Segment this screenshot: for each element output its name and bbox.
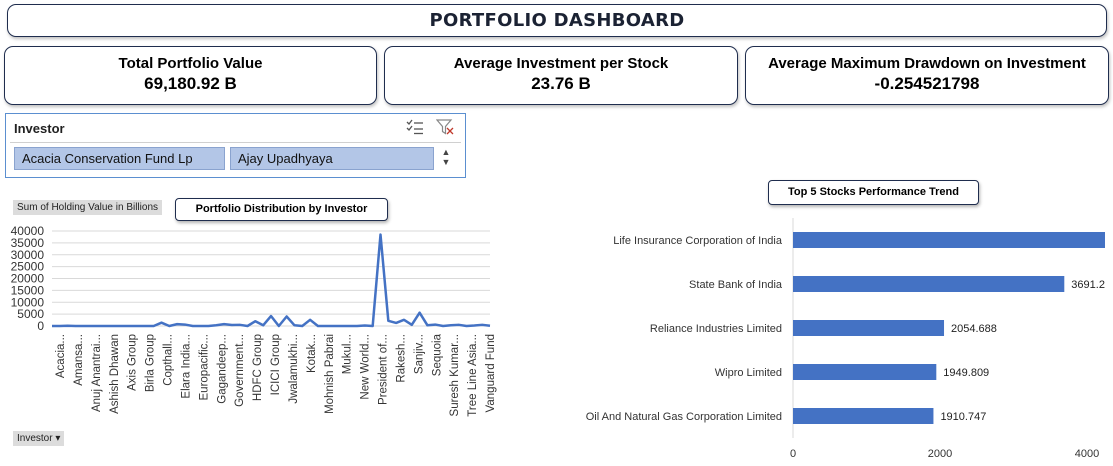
- investor-slicer: Investor Acacia Conservation Fund Lp Aja…: [5, 113, 466, 178]
- axis-field-button[interactable]: Investor ▾: [13, 431, 65, 446]
- multi-select-icon[interactable]: [406, 119, 424, 135]
- data-label: 1910.747: [940, 411, 986, 423]
- x-tick-label: Axis Group: [127, 334, 139, 391]
- x-tick-label: Vanguard Fund: [485, 334, 497, 412]
- slicer-divider: [10, 142, 461, 143]
- x-tick-label: Copthall...: [163, 334, 175, 386]
- x-tick-label: Anuj Anantrai...: [91, 334, 103, 412]
- data-label: 3691.219: [1071, 279, 1105, 291]
- category-label: Life Insurance Corporation of India: [613, 235, 783, 247]
- x-tick-label: Sanjiv...: [413, 334, 425, 374]
- x-tick-label: HDFC Group: [252, 334, 264, 401]
- data-label: 1949.809: [943, 367, 989, 379]
- scroll-down-icon[interactable]: ▼: [438, 157, 454, 167]
- dashboard-title: PORTFOLIO DASHBOARD: [429, 10, 685, 31]
- x-tick-label: President of...: [378, 334, 390, 405]
- x-tick-label: Kotak...: [306, 334, 318, 373]
- slicer-scrollbar[interactable]: ▲ ▼: [438, 147, 454, 170]
- clear-filter-icon[interactable]: [436, 119, 454, 135]
- top5-stocks-chart: Life Insurance Corporation of India5400.…: [586, 218, 1105, 460]
- category-label: State Bank of India: [689, 279, 783, 291]
- slicer-item-ajay[interactable]: Ajay Upadhyaya: [230, 147, 434, 170]
- x-tick-label: Amansa...: [73, 334, 85, 386]
- x-tick-label: Birla Group: [145, 334, 157, 392]
- bar: [793, 320, 945, 336]
- kpi-value: -0.254521798: [874, 74, 980, 93]
- x-tick-label: Suresh Kumar...: [449, 334, 461, 416]
- left-chart-title: Portfolio Distribution by Investor: [175, 198, 388, 221]
- category-label: Wipro Limited: [715, 367, 782, 379]
- kpi-value: 69,180.92 B: [144, 74, 237, 93]
- kpi-label: Average Investment per Stock: [453, 55, 669, 72]
- bar: [793, 232, 1105, 248]
- bar: [793, 408, 934, 424]
- kpi-card-average-max-drawdown: Average Maximum Drawdown on Investment -…: [745, 46, 1109, 105]
- x-tick-label: 0: [790, 448, 796, 460]
- kpi-label: Average Maximum Drawdown on Investment: [768, 55, 1086, 72]
- slicer-item-acacia[interactable]: Acacia Conservation Fund Lp: [14, 147, 225, 170]
- right-chart-title: Top 5 Stocks Performance Trend: [768, 180, 979, 205]
- x-tick-label: Jwalamukhi...: [288, 334, 300, 404]
- x-tick-label: Tree Line Asia...: [467, 334, 479, 417]
- x-tick-label: Rakesh...: [395, 334, 407, 383]
- x-tick-label: Acacia...: [55, 334, 67, 378]
- x-tick-label: Government...: [234, 334, 246, 407]
- kpi-card-total-portfolio-value: Total Portfolio Value 69,180.92 B: [4, 46, 377, 105]
- dashboard-title-bar: PORTFOLIO DASHBOARD: [7, 4, 1107, 37]
- category-label: Reliance Industries Limited: [650, 323, 782, 335]
- kpi-label: Total Portfolio Value: [118, 55, 263, 72]
- kpi-value: 23.76 B: [531, 74, 591, 93]
- bar: [793, 276, 1065, 292]
- x-tick-label: Gagandeep...: [216, 334, 228, 404]
- x-tick-label: 2000: [928, 448, 952, 460]
- x-tick-label: 4000: [1075, 448, 1099, 460]
- x-tick-label: Ashish Dhawan: [109, 334, 121, 414]
- line-series: [52, 233, 491, 328]
- value-field-button[interactable]: Sum of Holding Value in Billions: [13, 200, 163, 215]
- x-tick-label: Mukul...: [342, 334, 354, 374]
- x-tick-label: Elara India...: [180, 334, 192, 399]
- slicer-title: Investor: [14, 121, 65, 136]
- x-tick-label: ICICI Group: [270, 334, 282, 395]
- bar: [793, 364, 937, 380]
- y-tick-label: 40000: [11, 224, 45, 238]
- x-tick-label: Europacific...: [198, 334, 210, 400]
- x-tick-label: New World...: [360, 334, 372, 400]
- category-label: Oil And Natural Gas Corporation Limited: [586, 411, 782, 423]
- x-tick-label: Sequoia: [431, 333, 443, 376]
- kpi-card-average-investment: Average Investment per Stock 23.76 B: [384, 46, 738, 105]
- x-tick-label: Mohnish Pabrai: [324, 334, 336, 414]
- data-label: 2054.688: [951, 323, 997, 335]
- scroll-up-icon[interactable]: ▲: [438, 147, 454, 157]
- portfolio-distribution-chart: 0500010000150002000025000300003500040000…: [11, 224, 497, 417]
